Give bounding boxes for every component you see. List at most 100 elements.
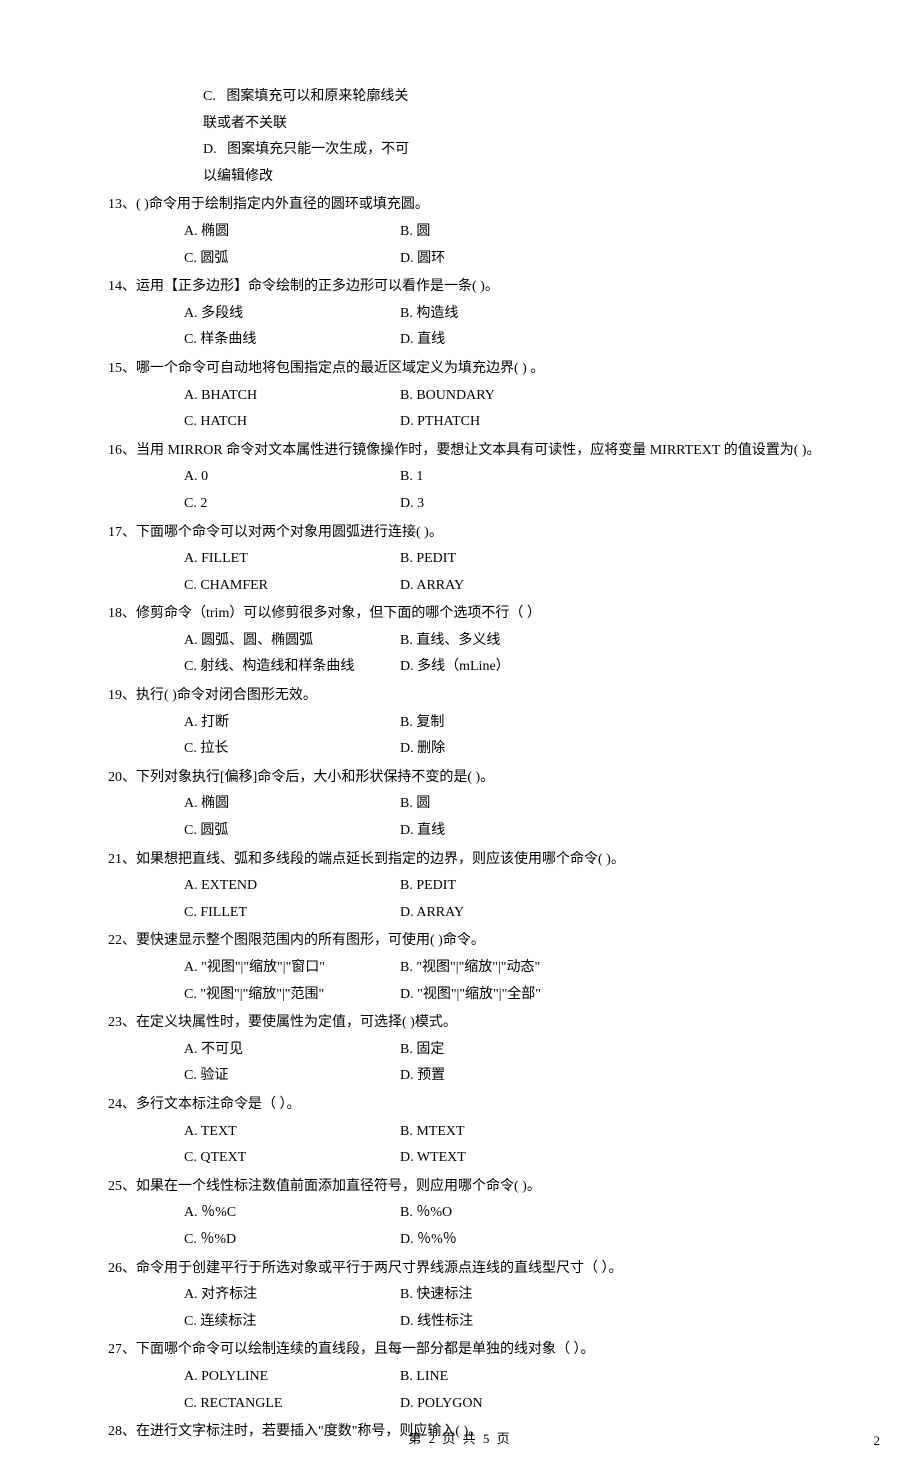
question: 15、哪一个命令可自动地将包围指定点的最近区域定义为填充边界( ) 。A. BH…	[108, 356, 830, 436]
question-text: 25、如果在一个线性标注数值前面添加直径符号，则应用哪个命令( )。	[108, 1174, 830, 1201]
options: A. 不可见B. 固定C. 验证D. 预置	[184, 1037, 830, 1090]
option-left: A. 打断	[184, 710, 400, 737]
option-left: A. 椭圆	[184, 219, 400, 246]
option-c: C. 图案填充可以和原来轮廓线关联或者不关联	[203, 84, 419, 137]
option-text: D.	[203, 142, 217, 157]
option-right: D. 圆环	[400, 246, 830, 273]
question-text: 16、当用 MIRROR 命令对文本属性进行镜像操作时，要想让文本具有可读性，应…	[108, 438, 830, 465]
option-row: A. 对齐标注B. 快速标注	[184, 1282, 830, 1309]
question-text: 26、命令用于创建平行于所选对象或平行于两尺寸界线源点连线的直线型尺寸（ ）。	[108, 1256, 830, 1283]
question: 19、执行( )命令对闭合图形无效。A. 打断B. 复制C. 拉长D. 删除	[108, 683, 830, 763]
option-right: B. 固定	[400, 1037, 830, 1064]
option-left: A. 圆弧、圆、椭圆弧	[184, 628, 400, 655]
option-right: B. ％%O	[400, 1200, 830, 1227]
question: 27、下面哪个命令可以绘制连续的直线段，且每一部分都是单独的线对象（ ）。A. …	[108, 1337, 830, 1417]
option-left: C. QTEXT	[184, 1145, 400, 1172]
question-text: 14、运用【正多边形】命令绘制的正多边形可以看作是一条( )。	[108, 274, 830, 301]
option-row: C. 2D. 3	[184, 491, 830, 518]
option-row: A. POLYLINEB. LINE	[184, 1364, 830, 1391]
option-right: D. 3	[400, 491, 830, 518]
option-left: C. HATCH	[184, 409, 400, 436]
option-right: B. 复制	[400, 710, 830, 737]
option-left: C. ％%D	[184, 1227, 400, 1254]
option-row: C. FILLETD. ARRAY	[184, 900, 830, 927]
option-right: D. POLYGON	[400, 1391, 830, 1418]
option-row: A. 圆弧、圆、椭圆弧B. 直线、多义线	[184, 628, 830, 655]
question-text: 21、如果想把直线、弧和多线段的端点延长到指定的边界，则应该使用哪个命令( )。	[108, 847, 830, 874]
option-left: A. "视图"|"缩放"|"窗口"	[184, 955, 400, 982]
option-row: A. 不可见B. 固定	[184, 1037, 830, 1064]
question: 25、如果在一个线性标注数值前面添加直径符号，则应用哪个命令( )。A. ％%C…	[108, 1174, 830, 1254]
page-footer: 第 2 页 共 5 页	[0, 1427, 920, 1452]
option-right: B. 圆	[400, 219, 830, 246]
option-left: A. ％%C	[184, 1200, 400, 1227]
option-right: D. 直线	[400, 818, 830, 845]
option-row: C. 圆弧D. 直线	[184, 818, 830, 845]
options: A. 椭圆B. 圆C. 圆弧D. 圆环	[184, 219, 830, 272]
option-left: C. FILLET	[184, 900, 400, 927]
question-text: 17、下面哪个命令可以对两个对象用圆弧进行连接( )。	[108, 520, 830, 547]
option-left: C. 圆弧	[184, 246, 400, 273]
options: A. FILLETB. PEDITC. CHAMFERD. ARRAY	[184, 546, 830, 599]
option-right: D. ARRAY	[400, 573, 830, 600]
option-left: A. TEXT	[184, 1119, 400, 1146]
option-row: C. 验证D. 预置	[184, 1063, 830, 1090]
options: A. "视图"|"缩放"|"窗口"B. "视图"|"缩放"|"动态"C. "视图…	[184, 955, 830, 1008]
leading-options: C. 图案填充可以和原来轮廓线关联或者不关联 D. 图案填充只能一次生成，不可以…	[203, 84, 830, 190]
option-right: B. MTEXT	[400, 1119, 830, 1146]
option-right: B. 快速标注	[400, 1282, 830, 1309]
option-right: D. 直线	[400, 327, 830, 354]
option-right: D. PTHATCH	[400, 409, 830, 436]
option-left: A. POLYLINE	[184, 1364, 400, 1391]
question-text: 27、下面哪个命令可以绘制连续的直线段，且每一部分都是单独的线对象（ ）。	[108, 1337, 830, 1364]
option-row: A. 打断B. 复制	[184, 710, 830, 737]
option-right: D. 删除	[400, 736, 830, 763]
options: A. 椭圆B. 圆C. 圆弧D. 直线	[184, 791, 830, 844]
option-row: C. 连续标注D. 线性标注	[184, 1309, 830, 1336]
question-text: 13、( )命令用于绘制指定内外直径的圆环或填充圆。	[108, 192, 830, 219]
option-left: A. 不可见	[184, 1037, 400, 1064]
option-row: A. "视图"|"缩放"|"窗口"B. "视图"|"缩放"|"动态"	[184, 955, 830, 982]
option-row: A. BHATCHB. BOUNDARY	[184, 383, 830, 410]
option-right: D. ARRAY	[400, 900, 830, 927]
option-right: B. 圆	[400, 791, 830, 818]
option-left: A. 对齐标注	[184, 1282, 400, 1309]
option-left: C. "视图"|"缩放"|"范围"	[184, 982, 400, 1009]
question: 22、要快速显示整个图限范围内的所有图形，可使用( )命令。A. "视图"|"缩…	[108, 928, 830, 1008]
option-d: D. 图案填充只能一次生成，不可以编辑修改	[203, 137, 419, 190]
question-text: 20、下列对象执行[偏移]命令后，大小和形状保持不变的是( )。	[108, 765, 830, 792]
option-right: D. 多线（mLine）	[400, 654, 830, 681]
option-right: B. 1	[400, 464, 830, 491]
option-left: C. CHAMFER	[184, 573, 400, 600]
option-row: C. 图案填充可以和原来轮廓线关联或者不关联	[203, 84, 830, 137]
question-text: 23、在定义块属性时，要使属性为定值，可选择( )模式。	[108, 1010, 830, 1037]
option-left: C. 圆弧	[184, 818, 400, 845]
option-row: A. FILLETB. PEDIT	[184, 546, 830, 573]
option-left: A. FILLET	[184, 546, 400, 573]
question: 16、当用 MIRROR 命令对文本属性进行镜像操作时，要想让文本具有可读性，应…	[108, 438, 830, 518]
option-row: A. 椭圆B. 圆	[184, 219, 830, 246]
option-text: 图案填充只能一次生成，不可以编辑修改	[203, 142, 409, 184]
question: 26、命令用于创建平行于所选对象或平行于两尺寸界线源点连线的直线型尺寸（ ）。A…	[108, 1256, 830, 1336]
option-left: C. 拉长	[184, 736, 400, 763]
option-row: C. QTEXTD. WTEXT	[184, 1145, 830, 1172]
option-right: B. BOUNDARY	[400, 383, 830, 410]
question-text: 24、多行文本标注命令是（ ）。	[108, 1092, 830, 1119]
option-right: B. "视图"|"缩放"|"动态"	[400, 955, 830, 982]
option-left: A. EXTEND	[184, 873, 400, 900]
option-row: C. CHAMFERD. ARRAY	[184, 573, 830, 600]
question-text: 18、修剪命令（trim）可以修剪很多对象，但下面的哪个选项不行（ ）	[108, 601, 830, 628]
options: A. BHATCHB. BOUNDARYC. HATCHD. PTHATCH	[184, 383, 830, 436]
options: A. 多段线B. 构造线C. 样条曲线D. 直线	[184, 301, 830, 354]
option-row: A. 0B. 1	[184, 464, 830, 491]
option-left: A. 椭圆	[184, 791, 400, 818]
options: A. ％%CB. ％%OC. ％%DD. ％%％	[184, 1200, 830, 1253]
option-row: A. ％%CB. ％%O	[184, 1200, 830, 1227]
option-text: C.	[203, 89, 216, 104]
option-left: C. 2	[184, 491, 400, 518]
question: 21、如果想把直线、弧和多线段的端点延长到指定的边界，则应该使用哪个命令( )。…	[108, 847, 830, 927]
option-left: A. 0	[184, 464, 400, 491]
option-row: C. ％%DD. ％%％	[184, 1227, 830, 1254]
option-right: D. "视图"|"缩放"|"全部"	[400, 982, 830, 1009]
option-left: C. 连续标注	[184, 1309, 400, 1336]
